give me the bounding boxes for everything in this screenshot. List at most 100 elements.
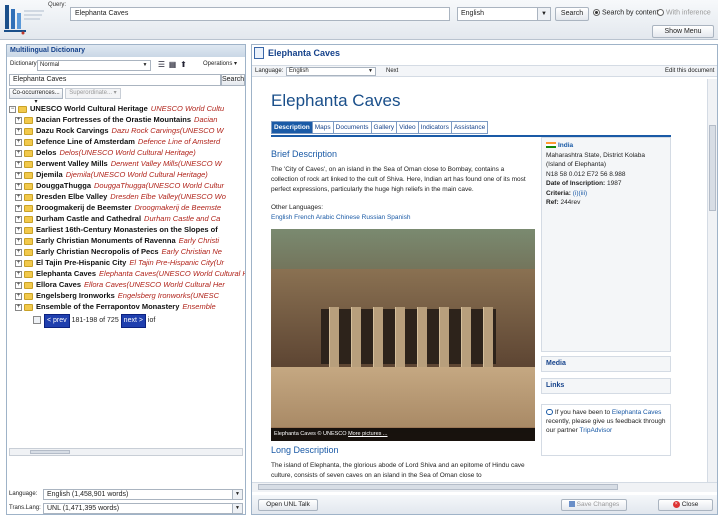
tree-node-selected[interactable]: + Elephanta Caves Elephanta Caves(UNESCO W… — [15, 268, 245, 279]
expand-icon[interactable]: + — [15, 215, 22, 223]
tree-node-alt: Elephanta Caves(UNESCO World Cultural He — [99, 269, 245, 278]
open-unl-talk-button[interactable]: Open UNL Talk — [258, 499, 318, 511]
expand-icon[interactable]: + — [15, 237, 22, 245]
next-link[interactable]: Next — [386, 68, 398, 74]
search-button[interactable]: Search — [555, 7, 589, 21]
tree-node[interactable]: + Early Christian Necropolis of Pecs Early… — [15, 246, 245, 257]
tree-node-alt: Early Christi — [178, 236, 220, 245]
target-language-select[interactable]: UNL (1,471,395 words) ▼ — [43, 503, 243, 514]
expand-icon[interactable]: + — [15, 116, 22, 124]
tree-node[interactable]: + El Tajin Pre-Hispanic City El Tajin Pre-… — [15, 257, 245, 268]
close-label: Close — [681, 501, 699, 508]
with-inference-radio[interactable]: With inference — [657, 9, 711, 16]
doc-language-select[interactable]: English ▼ — [286, 67, 376, 76]
folder-icon — [24, 193, 33, 201]
vertical-scrollbar[interactable] — [707, 79, 717, 482]
dictionary-search-button[interactable]: Search — [221, 74, 245, 86]
expand-icon[interactable]: + — [15, 248, 22, 256]
tree-node-root[interactable]: − UNESCO World Cultural Heritage UNESCO Wo… — [9, 103, 245, 114]
tab-description[interactable]: Description — [271, 121, 313, 134]
tree-node-name: El Tajin Pre-Hispanic City — [36, 258, 127, 267]
tree-node[interactable]: + Derwent Valley Mills Derwent Valley Mill… — [15, 158, 245, 169]
expand-icon[interactable]: + — [15, 127, 22, 135]
media-section[interactable]: Media — [541, 356, 671, 372]
show-menu-button[interactable]: Show Menu — [652, 25, 714, 38]
scrollbar-thumb[interactable] — [258, 484, 618, 490]
tab-documents[interactable]: Documents — [332, 121, 372, 134]
operations-menu[interactable]: Operations ▾ — [203, 60, 237, 67]
expand-icon[interactable]: + — [15, 171, 22, 179]
language-select[interactable]: English ▼ — [457, 7, 551, 21]
tripadvisor-link[interactable]: TripAdvisor — [580, 427, 613, 434]
table-view-icon[interactable]: ▦ — [168, 60, 177, 69]
source-language-select[interactable]: English (1,458,901 words) ▼ — [43, 489, 243, 500]
tree-node[interactable]: + Dacian Fortresses of the Orastie Mounta… — [15, 114, 245, 125]
expand-icon[interactable]: + — [15, 292, 22, 300]
list-view-icon[interactable]: ☰ — [157, 60, 166, 69]
expand-icon[interactable]: + — [15, 149, 22, 157]
tree-node[interactable]: + Dazu Rock Carvings Dazu Rock Carvings(UN… — [15, 125, 245, 136]
expand-icon[interactable]: + — [15, 160, 22, 168]
document-panel: Elephanta Caves Language: English ▼ Next… — [251, 44, 718, 515]
tree-node[interactable]: + Engelsberg Ironworks Engelsberg Ironwork… — [15, 290, 245, 301]
links-section[interactable]: Links — [541, 378, 671, 394]
tree-node[interactable]: + Earliest 16th-Century Monasteries on th… — [15, 224, 245, 235]
tree-node[interactable]: + Ellora Caves Ellora Caves(UNESCO World C… — [15, 279, 245, 290]
tree-node[interactable]: + Djemila Djemila(UNESCO World Cultural He… — [15, 169, 245, 180]
next-page-button[interactable]: next > — [120, 314, 146, 328]
tree-node[interactable]: + Delos Delos(UNESCO World Cultural Herita… — [15, 147, 245, 158]
more-pictures-link[interactable]: More pictures ... — [348, 431, 387, 437]
collapse-icon[interactable]: − — [9, 105, 16, 113]
close-button[interactable]: × Close — [658, 499, 713, 511]
scrollbar-thumb[interactable] — [709, 125, 716, 211]
dictionary-search-input[interactable]: Elephanta Caves — [9, 74, 221, 86]
other-languages-links[interactable]: English French Arabic Chinese Russian Sp… — [271, 213, 410, 223]
speech-bubble-icon — [546, 409, 553, 416]
expand-icon[interactable]: + — [15, 138, 22, 146]
tree-node-alt: Dresden Elbe Valley(UNESCO Wo — [110, 192, 226, 201]
criteria-value[interactable]: (i)(iii) — [573, 190, 587, 197]
expand-icon[interactable]: + — [15, 303, 22, 311]
cooccurrences-button[interactable]: Co-occurrences... ▾ — [9, 88, 63, 105]
expand-icon[interactable]: + — [15, 259, 22, 267]
tab-indicators[interactable]: Indicators — [417, 121, 452, 134]
tree-node[interactable]: + Dresden Elbe Valley Dresden Elbe Valley(… — [15, 191, 245, 202]
tree-node[interactable]: + DouggaThugga DouggaThugga(UNESCO World C… — [15, 180, 245, 191]
tree-node[interactable]: + Droogmakerij de Beemster Droogmakerij de… — [15, 202, 245, 213]
chevron-down-icon[interactable]: ▼ — [537, 8, 550, 20]
horizontal-scrollbar[interactable] — [252, 482, 717, 492]
expand-icon[interactable]: + — [15, 226, 22, 234]
page-icon — [33, 316, 41, 325]
upload-icon[interactable]: ⬆ — [179, 60, 188, 69]
expand-icon[interactable]: + — [15, 281, 22, 289]
scrollbar-thumb[interactable] — [30, 450, 70, 454]
coordinates-text: N18 58 0.012 E72 56 8.988 — [546, 170, 626, 178]
tree-node[interactable]: + Ensemble of the Ferrapontov Monastery En… — [15, 301, 245, 312]
expand-icon[interactable]: + — [15, 204, 22, 212]
save-changes-label: Save Changes — [576, 501, 620, 508]
tab-video[interactable]: Video — [396, 121, 419, 134]
prev-page-button[interactable]: < prev — [44, 314, 70, 328]
tree-node[interactable]: + Durham Castle and Cathedral Durham Castl… — [15, 213, 245, 224]
expand-icon[interactable]: + — [15, 270, 22, 278]
tab-gallery[interactable]: Gallery — [370, 121, 398, 134]
search-by-content-radio[interactable]: Search by content — [593, 9, 658, 16]
dictionary-select[interactable]: Normal ▼ — [37, 60, 151, 71]
folder-icon — [24, 215, 33, 223]
tab-maps[interactable]: Maps — [311, 121, 334, 134]
tree-node[interactable]: + Early Christian Monuments of Ravenna Ear… — [15, 235, 245, 246]
folder-icon — [24, 226, 33, 234]
tab-assistance[interactable]: Assistance — [450, 121, 489, 134]
expand-icon[interactable]: + — [15, 182, 22, 190]
tree-node-name: Derwent Valley Mills — [36, 159, 108, 168]
expand-icon[interactable]: + — [15, 193, 22, 201]
target-language-value: UNL (1,471,395 words) — [47, 505, 120, 512]
folder-icon — [24, 149, 33, 157]
tree-node[interactable]: + Defence Line of Amsterdam Defence Line o… — [15, 136, 245, 147]
trip-site-link[interactable]: Elephanta Caves — [612, 409, 662, 416]
edit-document-link[interactable]: Edit this document — [665, 68, 714, 74]
concept-tree: − UNESCO World Cultural Heritage UNESCO Wo… — [9, 103, 245, 493]
query-input[interactable]: Elephanta Caves — [70, 7, 450, 21]
country-link[interactable]: India — [558, 142, 573, 149]
left-horizontal-scrollbar[interactable] — [9, 448, 243, 456]
